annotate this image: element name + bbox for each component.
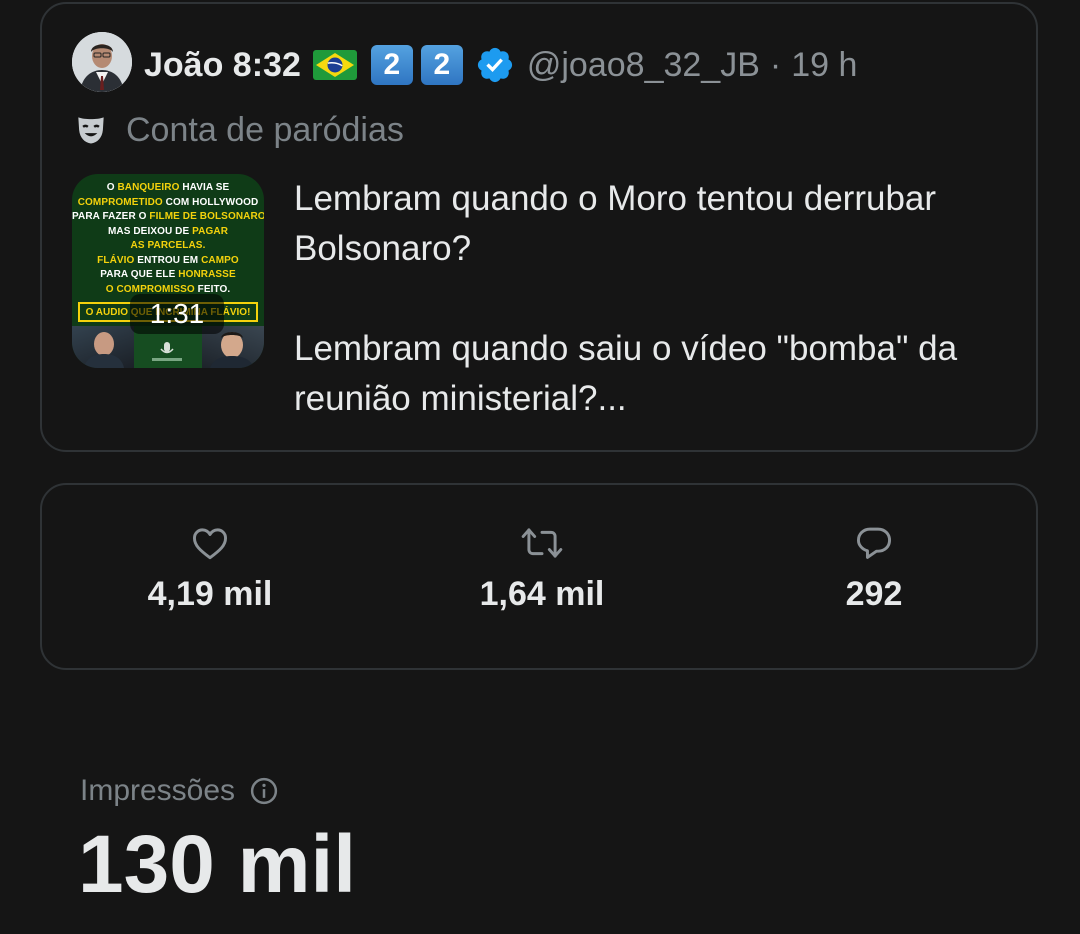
avatar[interactable] bbox=[72, 32, 132, 92]
parody-label: Conta de paródias bbox=[126, 110, 404, 149]
thumbnail-text-line: O BANQUEIRO HAVIA SE bbox=[106, 182, 230, 193]
thumbnail-photo-left bbox=[72, 326, 134, 368]
replies-stat[interactable]: 292 bbox=[754, 525, 994, 614]
tweet-paragraph: Lembram quando o Moro tentou derrubar Bo… bbox=[294, 179, 937, 268]
timestamp[interactable]: 19 h bbox=[791, 46, 857, 85]
thumbnail-text-line: O COMPROMISSO FEITO. bbox=[105, 283, 231, 295]
thumbnail-text-line: COMPROMETIDO COM HOLLYWOOD bbox=[77, 196, 259, 208]
tweet-header: João 8:32 2 2 @joao8_32_JB · 19 h bbox=[144, 42, 857, 88]
video-duration: 1:31 bbox=[130, 294, 224, 334]
tweet-card[interactable]: João 8:32 2 2 @joao8_32_JB · 19 h Conta … bbox=[40, 2, 1038, 452]
likes-stat[interactable]: 4,19 mil bbox=[90, 525, 330, 614]
thumbnail-text-line: PARA QUE ELE HONRASSE bbox=[100, 269, 236, 280]
parody-label-row: Conta de paródias bbox=[72, 108, 404, 152]
user-handle[interactable]: @joao8_32_JB bbox=[527, 46, 760, 85]
thumbnail-text-line: AS PARCELAS. bbox=[130, 240, 206, 251]
display-name[interactable]: João 8:32 bbox=[144, 46, 301, 85]
replies-count: 292 bbox=[845, 575, 903, 613]
verified-badge-icon[interactable] bbox=[475, 45, 515, 85]
video-thumbnail[interactable]: O BANQUEIRO HAVIA SE COMPROMETIDO COM HOL… bbox=[72, 174, 264, 368]
impressions-label: Impressões bbox=[80, 774, 236, 807]
thumbnail-text-line: PARA FAZER O FILME DE BOLSONARO, bbox=[72, 211, 264, 222]
likes-count: 4,19 mil bbox=[147, 575, 273, 613]
tweet-text: Lembram quando o Moro tentou derrubar Bo… bbox=[294, 174, 1014, 424]
impressions-value: 130 mil bbox=[78, 819, 357, 910]
tweet-paragraph: Lembram quando saiu o vídeo "bomba" da r… bbox=[294, 329, 958, 418]
info-icon[interactable] bbox=[249, 776, 279, 806]
number-badge: 2 bbox=[370, 45, 413, 85]
reply-icon[interactable] bbox=[854, 525, 894, 561]
repost-icon[interactable] bbox=[520, 525, 564, 561]
thumbnail-text-line: FLÁVIO ENTROU EM CAMPO bbox=[97, 254, 239, 266]
brazil-flag-icon bbox=[312, 50, 357, 80]
separator-dot: · bbox=[769, 45, 782, 84]
impressions-label-row: Impressões bbox=[80, 770, 279, 812]
number-badge: 2 bbox=[420, 45, 463, 85]
reposts-stat[interactable]: 1,64 mil bbox=[422, 525, 662, 614]
reposts-count: 1,64 mil bbox=[479, 575, 605, 613]
thumbnail-text-line: MAS DEIXOU DE PAGAR bbox=[107, 225, 229, 237]
theater-mask-icon bbox=[72, 111, 110, 149]
heart-icon[interactable] bbox=[190, 525, 230, 561]
engagement-stats: 4,19 mil 1,64 mil 292 bbox=[40, 483, 1038, 670]
